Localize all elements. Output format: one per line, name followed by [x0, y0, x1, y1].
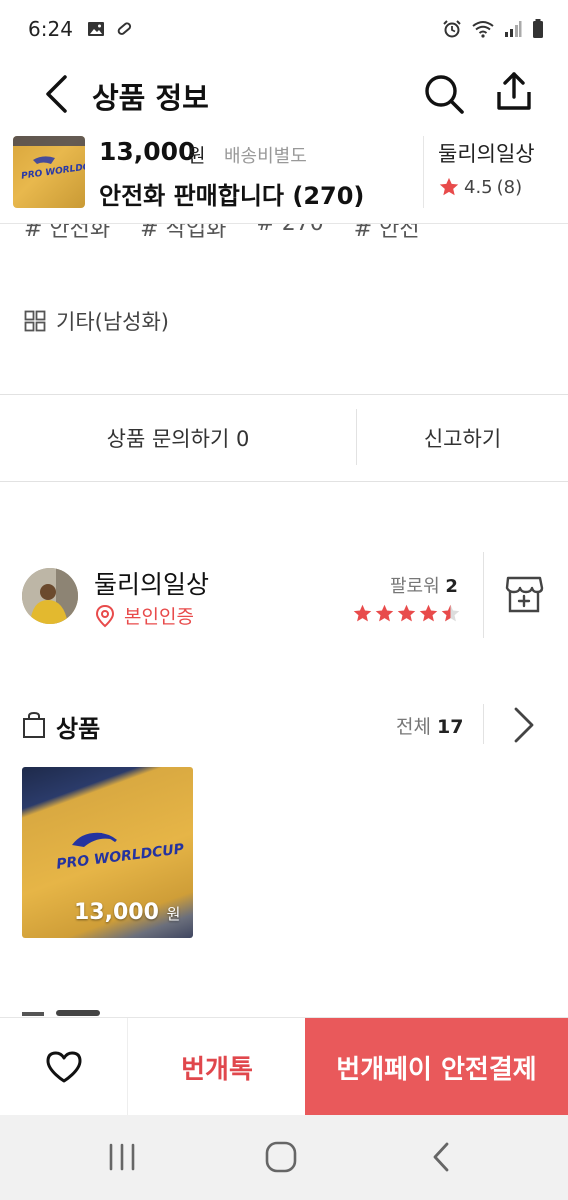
- avatar-photo: [22, 568, 78, 624]
- share-button[interactable]: [492, 70, 536, 114]
- avatar[interactable]: [22, 568, 78, 624]
- like-button[interactable]: [0, 1018, 128, 1116]
- summary-price-unit: 원: [188, 145, 206, 167]
- total-count: 17: [437, 716, 464, 738]
- shop-button[interactable]: [504, 574, 544, 614]
- grid-icon: [24, 310, 46, 332]
- store-icon: [505, 576, 544, 613]
- chevron-left-icon: [46, 75, 67, 113]
- category-label: 기타(남성화): [56, 310, 169, 334]
- recents-icon: [109, 1143, 135, 1171]
- star-half-icon: [441, 604, 460, 622]
- star-icon: [439, 177, 459, 196]
- home-button[interactable]: [264, 1140, 298, 1174]
- total-label: 전체: [396, 716, 431, 738]
- system-back-button[interactable]: [424, 1139, 460, 1175]
- card-price-value: 13,000: [74, 900, 159, 925]
- search-icon: [425, 75, 464, 114]
- search-button[interactable]: [422, 72, 466, 116]
- system-nav-bar: [0, 1115, 568, 1200]
- summary-seller-name[interactable]: 둘리의일상: [438, 138, 535, 168]
- products-total[interactable]: 전체 17: [396, 712, 463, 739]
- card-price-unit: 원: [166, 905, 181, 923]
- product-thumbnail[interactable]: PRO WORLDCUP: [13, 136, 85, 208]
- seller-name[interactable]: 둘리의일상: [94, 565, 209, 601]
- divider: [423, 136, 424, 208]
- status-time: 6:24: [28, 17, 73, 41]
- pill-icon: [117, 22, 131, 35]
- products-more-button[interactable]: [510, 706, 538, 748]
- verified-icon: [95, 604, 115, 627]
- chevron-right-icon: [514, 707, 534, 743]
- back-arrow-icon: [433, 1142, 449, 1172]
- divider: [483, 552, 484, 638]
- products-section-header: 상품 전체 17: [0, 700, 568, 750]
- safe-pay-button[interactable]: 번개페이 안전결제: [305, 1018, 568, 1116]
- summary-price: 13,000: [99, 137, 196, 166]
- page-title: 상품 정보: [92, 81, 209, 115]
- gallery-icon: [87, 22, 104, 36]
- bag-icon: [23, 711, 45, 738]
- status-bar: 6:24: [0, 0, 568, 58]
- share-icon: [497, 72, 531, 110]
- star-icon: [397, 604, 416, 622]
- signal-icon: [505, 21, 522, 37]
- battery-icon: [533, 19, 543, 38]
- brand-logo-icon: [72, 832, 117, 847]
- heart-icon: [46, 1051, 81, 1083]
- star-icon: [375, 604, 394, 622]
- next-section-header: [22, 1004, 552, 1018]
- seller-rating-stars: [352, 603, 461, 624]
- alarm-icon: [443, 20, 461, 38]
- verified-badge: 본인인증: [94, 602, 194, 629]
- product-card-price: 13,000 원: [74, 900, 180, 925]
- back-button[interactable]: [36, 72, 76, 116]
- wifi-icon: [472, 21, 494, 38]
- recents-button[interactable]: [104, 1141, 140, 1173]
- verified-label: 본인인증: [124, 606, 194, 628]
- products-title: 상품: [56, 715, 101, 743]
- star-icon: [353, 604, 372, 622]
- divider: [0, 481, 568, 482]
- home-icon: [265, 1141, 297, 1173]
- follower-value: 2: [445, 576, 458, 597]
- star-icon: [419, 604, 438, 622]
- product-card[interactable]: PRO WORLDCUP 13,000 원: [22, 767, 193, 938]
- shipping-note: 배송비별도: [224, 146, 307, 167]
- product-summary-bar: PRO WORLDCUP 13,000 원 배송비별도 안전화 판매합니다 (2…: [0, 130, 568, 224]
- review-count: (8): [496, 176, 523, 198]
- follower-label: 팔로워: [390, 576, 440, 597]
- category-row[interactable]: 기타(남성화): [24, 306, 169, 336]
- product-actions: 상품 문의하기 0 신고하기: [0, 395, 568, 481]
- divider: [483, 704, 484, 744]
- follower-count: 팔로워 2: [390, 572, 458, 598]
- rating-value: 4.5: [464, 176, 493, 198]
- summary-rating: 4.5 (8): [438, 176, 522, 198]
- report-button[interactable]: 신고하기: [357, 395, 568, 481]
- app-header: 상품 정보: [0, 58, 568, 130]
- chat-button[interactable]: 번개톡: [129, 1018, 305, 1116]
- product-name: 안전화 판매합니다 (270): [99, 182, 365, 210]
- inquiry-button[interactable]: 상품 문의하기 0: [0, 395, 356, 481]
- bottom-action-bar: 번개톡 번개페이 안전결제: [0, 1017, 568, 1116]
- seller-card: 둘리의일상 본인인증 팔로워 2: [0, 552, 568, 644]
